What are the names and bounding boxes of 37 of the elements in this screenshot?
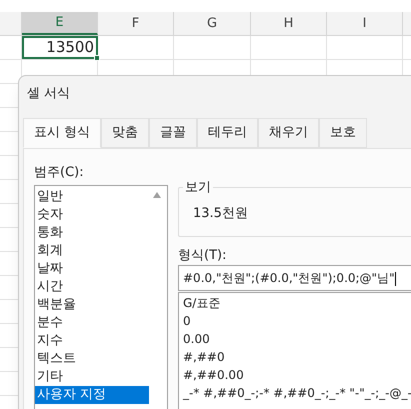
category-item[interactable]: 숫자: [35, 206, 149, 224]
format-item[interactable]: #,##0.00: [179, 366, 411, 384]
category-item[interactable]: 회계: [35, 242, 149, 260]
selected-cell[interactable]: 13500: [22, 36, 98, 59]
tab[interactable]: 맞춤: [101, 118, 150, 148]
format-item[interactable]: 0.00: [179, 330, 411, 348]
tab[interactable]: 테두리: [197, 118, 258, 148]
category-item[interactable]: 지수: [35, 332, 149, 350]
format-input[interactable]: #0.0,"천원";(#0.0,"천원");0.0;@"님": [178, 265, 411, 291]
category-item[interactable]: 텍스트: [35, 350, 149, 368]
category-item[interactable]: 분수: [35, 314, 149, 332]
column-header[interactable]: G: [174, 12, 251, 35]
category-item[interactable]: 시간: [35, 278, 149, 296]
column-header[interactable]: H: [251, 12, 327, 35]
tab[interactable]: 표시 형식: [23, 118, 102, 148]
format-item[interactable]: G/표준: [179, 294, 411, 312]
tab[interactable]: 보호: [319, 118, 368, 148]
column-header[interactable]: E: [22, 12, 98, 35]
category-item[interactable]: 사용자 지정: [35, 386, 149, 404]
format-item[interactable]: 0: [179, 312, 411, 330]
category-item[interactable]: 일반: [35, 188, 149, 206]
preview-value: 13.5천원: [193, 205, 248, 223]
category-item[interactable]: 기타: [35, 368, 149, 386]
category-item[interactable]: 날짜: [35, 260, 149, 278]
fill-handle-icon[interactable]: [94, 55, 100, 61]
category-item[interactable]: 백분율: [35, 296, 149, 314]
category-item[interactable]: 통화: [35, 224, 149, 242]
scroll-up-icon[interactable]: [153, 192, 161, 198]
column-header[interactable]: F: [98, 12, 174, 35]
format-item[interactable]: _-* #,##0_-;-* #,##0_-;_-* "-"_-;_-@_-: [179, 384, 411, 402]
format-label: 형식(T):: [178, 247, 226, 265]
tab[interactable]: 채우기: [258, 118, 320, 148]
dialog-title: 셀 서식: [27, 85, 70, 103]
tab[interactable]: 글꼴: [149, 118, 198, 148]
column-header[interactable]: I: [327, 12, 403, 35]
category-label: 범주(C):: [34, 164, 84, 182]
format-item[interactable]: #,##0: [179, 348, 411, 366]
